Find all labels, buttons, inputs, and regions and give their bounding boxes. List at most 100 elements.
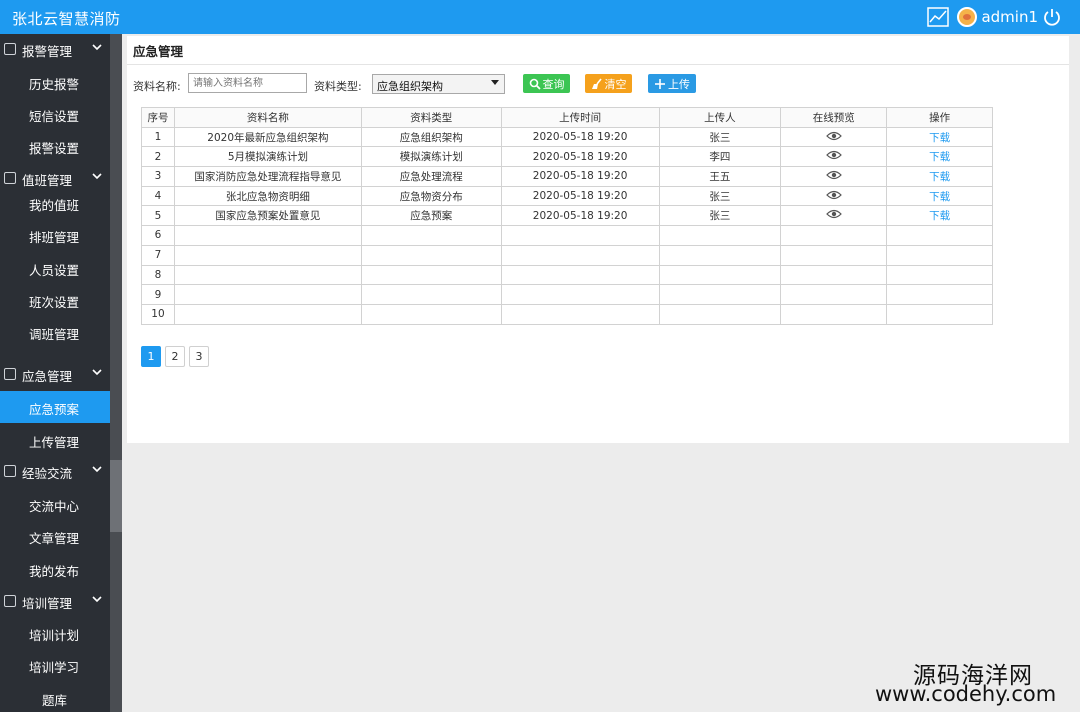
upload-time-cell [500,303,660,325]
dropdown-arrow-icon [491,80,499,85]
chat-icon [4,465,16,477]
user-area: admin1 [927,5,1062,29]
download-link[interactable]: 下载 [886,166,993,187]
pagination: 123 [141,346,213,367]
download-link[interactable]: 下载 [886,146,993,168]
document-type-cell: 应急组织架构 [360,126,502,148]
eye-preview-icon[interactable] [825,131,842,141]
row-number-cell: 6 [141,225,175,246]
avatar[interactable] [957,7,978,27]
uploader-cell [658,303,782,325]
sidebar-item-label: 应急预案 [29,402,80,417]
sidebar-item[interactable]: 题库 [0,682,110,712]
download-link[interactable]: 下载 [886,126,993,148]
statistics-chart-icon[interactable] [927,7,950,27]
sidebar-item[interactable]: 我的发布 [0,553,110,585]
sidebar-item[interactable]: 班次设置 [0,284,110,316]
row-number-cell: 5 [141,205,175,227]
document-type-cell: 应急预案 [360,205,502,227]
chevron-down-icon [92,596,102,603]
sidebar-group-3[interactable]: 经验交流 [0,456,110,486]
type-select[interactable]: 应急组织架构 [372,74,505,94]
row-number-cell: 8 [141,264,175,286]
row-number-cell: 3 [141,166,175,187]
query-button[interactable]: 查询 [523,74,570,93]
sidebar-item[interactable]: 培训学习 [0,649,110,681]
sidebar-item-label: 报警设置 [29,141,80,156]
sidebar-item[interactable]: 排班管理 [0,219,110,251]
document-type-cell [360,244,502,266]
eye-preview-icon[interactable] [825,150,842,160]
column-header: 资料类型 [360,107,502,128]
table-row: 7 [141,244,993,266]
row-number-cell: 10 [141,303,175,325]
table-row: 9 [141,284,993,305]
page-button-1[interactable]: 1 [141,346,161,367]
search-icon [529,78,541,90]
sidebar-item[interactable]: 我的值班 [0,187,110,219]
main-panel: 应急管理 资料名称: 资料类型: 应急组织架构 查询 清空 [127,36,1069,443]
download-link[interactable]: 下载 [886,205,993,227]
document-name-cell: 张北应急物资明细 [173,185,362,207]
document-type-cell [360,303,502,325]
sidebar-item[interactable]: 历史报警 [0,66,110,98]
row-number-cell: 4 [141,185,175,207]
document-name-cell [173,225,362,246]
page-button-3[interactable]: 3 [189,346,209,367]
power-logout-icon[interactable] [1042,7,1062,27]
preview-cell [780,225,888,246]
eye-preview-icon[interactable] [825,209,842,219]
column-header: 上传人 [658,107,782,128]
sidebar-item-label: 文章管理 [29,531,80,546]
sidebar-item[interactable]: 文章管理 [0,520,110,552]
eye-preview-icon[interactable] [825,170,842,180]
sidebar-scroll-thumb[interactable] [110,460,122,532]
sidebar-item[interactable]: 交流中心 [0,488,110,520]
sidebar-group-label: 培训管理 [22,596,73,611]
document-type-cell: 模拟演练计划 [360,146,502,168]
sidebar-scrollbar[interactable] [110,34,122,712]
row-number-cell: 1 [141,126,175,148]
sidebar-group-label: 经验交流 [22,466,73,481]
document-name-cell: 国家应急预案处置意见 [173,205,362,227]
upload-time-cell: 2020-05-18 19:20 [500,185,660,207]
username[interactable]: admin1 [981,8,1038,26]
eye-preview-icon[interactable] [825,190,842,200]
document-name-cell [173,244,362,266]
sidebar-item[interactable]: 短信设置 [0,98,110,130]
sidebar-item-label: 交流中心 [29,499,80,514]
sidebar-item[interactable]: 培训计划 [0,617,110,649]
sidebar-item[interactable]: 人员设置 [0,252,110,284]
upload-time-cell [500,264,660,286]
document-name-cell: 2020年最新应急组织架构 [173,126,362,148]
title-divider [127,64,1069,65]
upload-time-cell [500,225,660,246]
sidebar-group-2[interactable]: 应急管理 [0,359,110,389]
column-header: 操作 [886,107,993,128]
name-search-input[interactable] [188,73,307,93]
page-button-2[interactable]: 2 [165,346,185,367]
sidebar-group-4[interactable]: 培训管理 [0,586,110,616]
document-name-cell [173,284,362,305]
sidebar-group-0[interactable]: 报警管理 [0,34,110,64]
upload-button[interactable]: 上传 [648,74,696,93]
document-name-cell: 国家消防应急处理流程指导意见 [173,166,362,187]
action-cell [886,244,993,266]
column-header: 序号 [141,107,175,128]
sidebar-item[interactable]: 上传管理 [0,424,110,456]
emergency-icon [4,368,16,380]
sidebar-item[interactable]: 报警设置 [0,130,110,162]
duty-icon [4,172,16,184]
sidebar-item-label: 我的值班 [29,198,80,213]
sidebar-item-label: 培训计划 [29,628,80,643]
sidebar-item-label: 调班管理 [29,327,80,342]
preview-cell [780,146,888,168]
clear-button[interactable]: 清空 [585,74,632,93]
preview-cell [780,244,888,266]
sidebar-item[interactable]: 应急预案 [0,391,110,423]
preview-cell [780,126,888,148]
sidebar-item[interactable]: 调班管理 [0,316,110,348]
download-link[interactable]: 下载 [886,185,993,207]
plus-icon [655,78,665,89]
name-filter-label: 资料名称: [133,80,181,93]
